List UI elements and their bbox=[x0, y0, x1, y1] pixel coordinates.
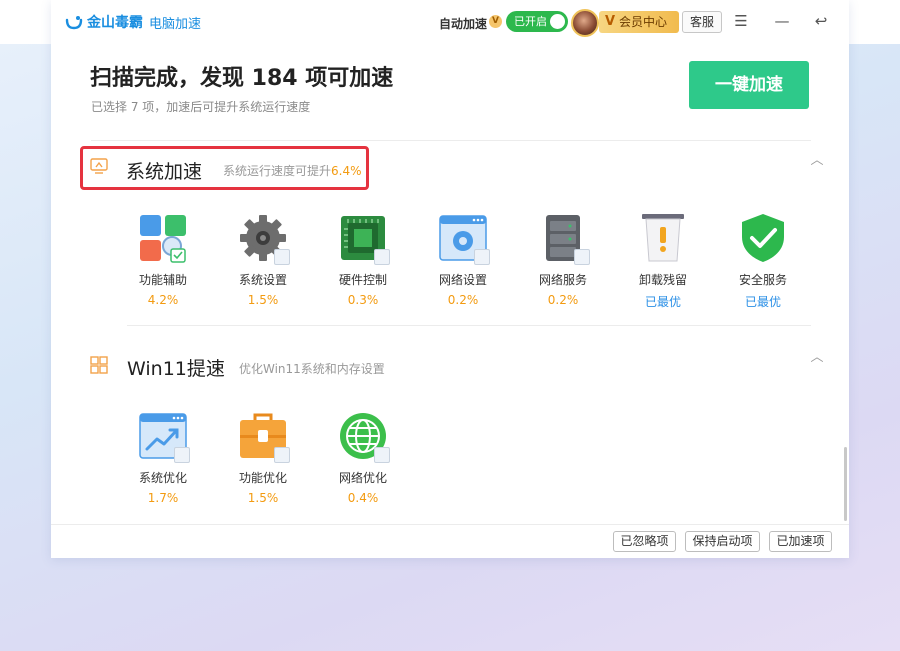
shield-check-icon bbox=[738, 213, 788, 263]
item-value: 已最优 bbox=[644, 295, 681, 309]
item-name: 功能优化 bbox=[238, 471, 287, 485]
item-network-settings[interactable]: 网络设置 0.2% bbox=[413, 213, 513, 307]
item-value: 0.2% bbox=[447, 293, 479, 307]
app-grid-icon bbox=[138, 213, 188, 263]
item-uninstall-residue[interactable]: 卸载残留 已最优 bbox=[613, 213, 713, 310]
item-name: 网络优化 bbox=[338, 471, 387, 485]
section-desc-win11: 优化Win11系统和内存设置 bbox=[239, 362, 385, 376]
checkbox-icon bbox=[274, 447, 290, 463]
monitor-boost-icon bbox=[90, 158, 108, 174]
toolbox-icon bbox=[238, 411, 290, 463]
windows-grid-icon bbox=[90, 356, 108, 374]
keep-startup-button[interactable]: 保持启动项 bbox=[685, 531, 760, 552]
auto-boost-status: 已开启 bbox=[514, 15, 547, 28]
section-title-win11: Win11提速 bbox=[127, 358, 225, 380]
auto-boost-toggle[interactable]: 已开启 bbox=[506, 11, 568, 32]
item-value: 已最优 bbox=[744, 295, 781, 309]
vip-center-label: 会员中心 bbox=[619, 15, 668, 29]
item-name: 系统设置 bbox=[238, 273, 287, 287]
item-value: 1.7% bbox=[147, 491, 179, 505]
section-desc-system: 系统运行速度可提升6.4% bbox=[223, 162, 362, 179]
item-hardware-control[interactable]: 硬件控制 0.3% bbox=[313, 213, 413, 307]
item-function-assist[interactable]: 功能辅助 4.2% bbox=[113, 213, 213, 307]
collapse-win11-chevron-up-icon[interactable]: ︿ bbox=[810, 351, 824, 365]
checkbox-icon bbox=[174, 447, 190, 463]
one-click-boost-button[interactable]: 一键加速 bbox=[689, 61, 809, 109]
boosted-items-button[interactable]: 已加速项 bbox=[769, 531, 832, 552]
checkbox-icon bbox=[274, 249, 290, 265]
server-icon bbox=[538, 213, 590, 265]
title-bar: 金山毒霸 电脑加速 自动加速 V 已开启 V 会员中心 客服 ☰ — ↩ bbox=[51, 0, 849, 44]
scrollbar[interactable] bbox=[844, 447, 847, 521]
network-gear-icon bbox=[438, 213, 490, 265]
section-desc-percent: 6.4% bbox=[331, 164, 362, 178]
section-divider bbox=[127, 325, 811, 326]
item-security-services[interactable]: 安全服务 已最优 bbox=[713, 213, 813, 310]
menu-icon[interactable]: ☰ bbox=[730, 10, 752, 32]
auto-boost-label: 自动加速 bbox=[439, 17, 488, 31]
checkbox-icon bbox=[574, 249, 590, 265]
item-function-optimize[interactable]: 功能优化 1.5% bbox=[213, 411, 313, 505]
checkbox-icon bbox=[374, 447, 390, 463]
vip-badge-icon: V bbox=[489, 15, 502, 28]
item-value: 0.3% bbox=[347, 293, 379, 307]
item-value: 1.5% bbox=[247, 293, 279, 307]
item-value: 1.5% bbox=[247, 491, 279, 505]
footer-divider bbox=[51, 524, 849, 525]
avatar[interactable] bbox=[571, 9, 599, 37]
app-logo: 金山毒霸 电脑加速 bbox=[65, 12, 201, 32]
gear-icon bbox=[238, 213, 290, 265]
checkbox-icon bbox=[474, 249, 490, 265]
checkbox-icon bbox=[374, 249, 390, 265]
trash-warning-icon bbox=[638, 213, 688, 263]
header-divider bbox=[91, 140, 811, 141]
vip-center-button[interactable]: V 会员中心 bbox=[599, 11, 679, 33]
item-name: 网络设置 bbox=[438, 273, 487, 287]
section-desc-text: 系统运行速度可提升 bbox=[223, 164, 332, 178]
vip-v-icon: V bbox=[605, 14, 616, 29]
item-name: 安全服务 bbox=[738, 273, 787, 287]
app-window: 金山毒霸 电脑加速 自动加速 V 已开启 V 会员中心 客服 ☰ — ↩ 扫描完… bbox=[51, 0, 849, 558]
item-name: 硬件控制 bbox=[338, 273, 387, 287]
item-name: 网络服务 bbox=[538, 273, 587, 287]
ignored-items-button[interactable]: 已忽略项 bbox=[613, 531, 676, 552]
trend-chart-icon bbox=[138, 411, 190, 463]
item-value: 0.4% bbox=[347, 491, 379, 505]
scan-result-title: 扫描完成，发现 184 项可加速 bbox=[90, 66, 394, 91]
app-name: 金山毒霸 bbox=[87, 15, 143, 31]
globe-icon bbox=[338, 411, 390, 463]
section-title-system: 系统加速 bbox=[126, 161, 203, 183]
item-network-optimize[interactable]: 网络优化 0.4% bbox=[313, 411, 413, 505]
item-name: 系统优化 bbox=[138, 471, 187, 485]
item-value: 0.2% bbox=[547, 293, 579, 307]
module-name: 电脑加速 bbox=[149, 16, 202, 32]
scan-result-subtitle: 已选择 7 项，加速后可提升系统运行速度 bbox=[91, 100, 311, 114]
logo-icon bbox=[65, 16, 83, 30]
collapse-system-chevron-up-icon[interactable]: ︿ bbox=[810, 154, 824, 168]
back-icon[interactable]: ↩ bbox=[810, 10, 832, 32]
minimize-icon[interactable]: — bbox=[771, 10, 793, 32]
item-system-settings[interactable]: 系统设置 1.5% bbox=[213, 213, 313, 307]
item-value: 4.2% bbox=[147, 293, 179, 307]
item-system-optimize[interactable]: 系统优化 1.7% bbox=[113, 411, 213, 505]
toggle-knob bbox=[550, 14, 565, 29]
item-name: 功能辅助 bbox=[138, 273, 187, 287]
chip-icon bbox=[338, 213, 390, 265]
service-button[interactable]: 客服 bbox=[682, 11, 722, 33]
item-network-services[interactable]: 网络服务 0.2% bbox=[513, 213, 613, 307]
item-name: 卸载残留 bbox=[638, 273, 687, 287]
